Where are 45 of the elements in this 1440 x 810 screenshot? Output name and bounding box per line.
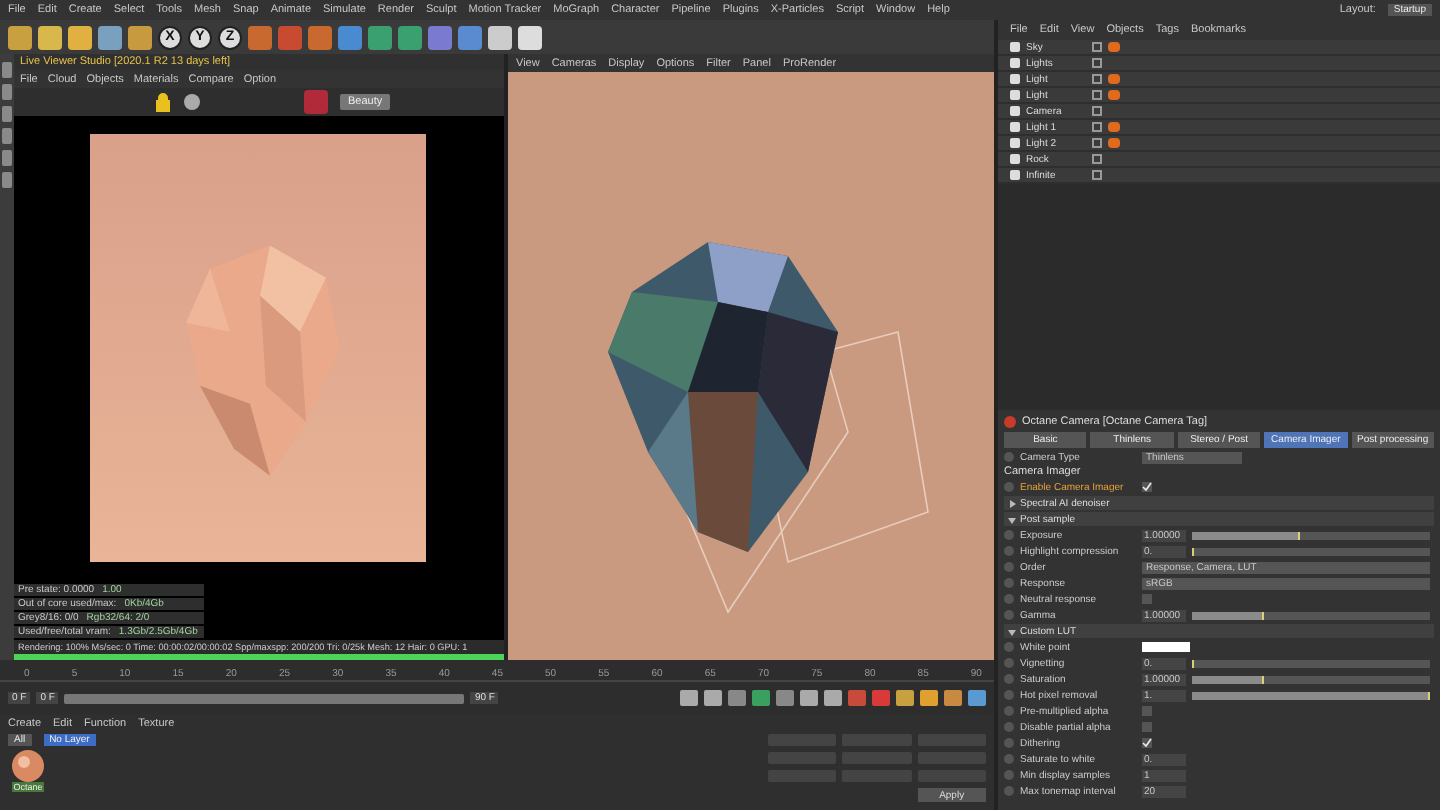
tool-icon[interactable]: [398, 25, 422, 49]
tool-icon[interactable]: [68, 25, 92, 49]
keyframe-dot-icon[interactable]: [1004, 754, 1014, 764]
caret-icon[interactable]: [1008, 627, 1016, 635]
sphere-icon[interactable]: [184, 94, 200, 110]
tag-icon[interactable]: [1108, 42, 1120, 52]
keyframe-dot-icon[interactable]: [1004, 530, 1014, 540]
color-swatch[interactable]: [1142, 642, 1190, 652]
keyframe-dot-icon[interactable]: [1004, 642, 1014, 652]
tool-icon[interactable]: [38, 25, 62, 49]
slider-fill[interactable]: [1192, 611, 1264, 619]
slider-fill[interactable]: [1192, 691, 1430, 699]
tool-icon[interactable]: [488, 25, 512, 49]
keyframe-dot-icon[interactable]: [1004, 452, 1014, 462]
render-icon[interactable]: [304, 90, 328, 114]
slider-fill[interactable]: [1192, 531, 1300, 539]
camera-tag-icon: [1004, 416, 1016, 428]
keyframe-dot-icon[interactable]: [1004, 578, 1014, 588]
keyframe-dot-icon[interactable]: [1004, 562, 1014, 572]
material-preview-icon[interactable]: [12, 750, 44, 782]
lock-icon[interactable]: [154, 92, 172, 112]
tool-icon[interactable]: [368, 25, 392, 49]
frame-range-slider[interactable]: [64, 693, 465, 703]
keyframe-dot-icon[interactable]: [1004, 738, 1014, 748]
keyframe-dot-icon[interactable]: [1004, 770, 1014, 780]
keyframe-dot-icon[interactable]: [1004, 690, 1014, 700]
checkbox[interactable]: [1142, 738, 1152, 748]
keyframe-dot-icon[interactable]: [1004, 786, 1014, 796]
tool-icon[interactable]: [518, 25, 542, 49]
checkbox[interactable]: [1142, 594, 1152, 604]
keyframe-dot-icon[interactable]: [1004, 658, 1014, 668]
checkbox[interactable]: [1142, 482, 1152, 492]
keyframe-dot-icon[interactable]: [1004, 546, 1014, 556]
checkbox[interactable]: [1142, 706, 1152, 716]
keyframe-dot-icon[interactable]: [1004, 706, 1014, 716]
keyframe-dot-icon[interactable]: [1004, 674, 1014, 684]
checkbox[interactable]: [1142, 722, 1152, 732]
keyframe-dot-icon[interactable]: [1004, 482, 1014, 492]
keyframe-dot-icon[interactable]: [1004, 610, 1014, 620]
keyframe-dot-icon[interactable]: [1004, 594, 1014, 604]
tool-icon[interactable]: [128, 25, 152, 49]
tool-icon[interactable]: [98, 25, 122, 49]
tool-icon[interactable]: [8, 25, 32, 49]
keyframe-dot-icon[interactable]: [1004, 722, 1014, 732]
slider-fill[interactable]: [1192, 675, 1264, 683]
